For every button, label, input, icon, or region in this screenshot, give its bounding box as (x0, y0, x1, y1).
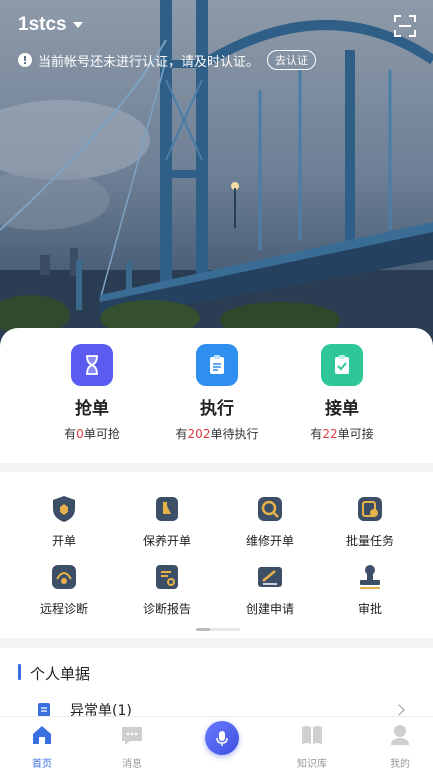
tab-label: 知识库 (297, 759, 327, 770)
accept-order-entry[interactable]: 接单 有22单可接 (272, 344, 412, 442)
user-icon (391, 725, 409, 745)
order-summary-card: 抢单 有0单可抢 执行 有202单待执行 接单 有22单可接 (0, 328, 433, 463)
diagnosis-report-icon (152, 562, 182, 592)
voice-assistant-button[interactable] (205, 721, 239, 755)
microphone-icon (216, 731, 228, 746)
grid-item-label: 审批 (357, 602, 382, 616)
repair-search-icon (255, 494, 285, 524)
tab-label: 我的 (390, 759, 410, 770)
tab-label: 消息 (122, 759, 142, 770)
function-grid: 开单 保养开单 维修开单 批量任务 远程诊断 诊断报告 创建申请 审批 (0, 472, 433, 638)
clipboard-check-icon (321, 344, 363, 386)
grid-item-label: 诊断报告 (142, 602, 191, 616)
grid-item-batch-task[interactable]: 批量任务 (316, 494, 424, 549)
grid-item-label: 远程诊断 (39, 602, 88, 616)
maintenance-doc-icon (152, 494, 182, 524)
grid-item-label: 创建申请 (245, 602, 294, 616)
tab-mine[interactable]: 我的 (370, 723, 430, 770)
clipboard-icon (196, 344, 238, 386)
notice-text: 当前帐号还未进行认证，请及时认证。 (38, 54, 260, 70)
grid-item-maintenance-order[interactable]: 保养开单 (113, 494, 221, 549)
personal-documents-section: 个人单据 异常单(1) (0, 648, 433, 719)
batch-task-icon (355, 494, 385, 524)
grid-item-remote-diagnosis[interactable]: 远程诊断 (10, 562, 118, 617)
caret-down-icon[interactable] (72, 22, 83, 28)
account-switcher[interactable]: 1stcs (18, 14, 83, 36)
order-title: 执行 (200, 399, 234, 419)
create-request-icon (255, 562, 285, 592)
grid-page-indicator (196, 628, 240, 631)
order-count: 0 (76, 427, 84, 441)
tab-messages[interactable]: 消息 (102, 723, 162, 770)
exclamation-icon: ! (18, 53, 32, 67)
grid-item-diagnosis-report[interactable]: 诊断报告 (113, 562, 221, 617)
tab-label: 首页 (32, 759, 52, 770)
account-name[interactable]: 1stcs (18, 14, 67, 36)
order-title: 抢单 (75, 399, 109, 419)
section-title: 个人单据 (30, 665, 91, 683)
order-subtitle: 有0单可抢 (64, 427, 120, 441)
verify-button[interactable]: 去认证 (267, 50, 317, 70)
order-subtitle: 有202单待执行 (175, 427, 259, 441)
order-count: 22 (322, 427, 338, 441)
grid-item-open-order[interactable]: 开单 (10, 494, 118, 549)
home-icon (33, 726, 51, 744)
verification-notice: ! 当前帐号还未进行认证，请及时认证。 去认证 (18, 50, 317, 70)
message-icon (122, 727, 142, 745)
grid-item-label: 批量任务 (345, 534, 394, 548)
shield-icon (49, 494, 79, 524)
grid-item-approval[interactable]: 审批 (316, 562, 424, 617)
section-accent-bar (18, 664, 21, 680)
grid-item-label: 保养开单 (142, 534, 191, 548)
order-subtitle: 有22单可接 (310, 427, 374, 441)
approval-stamp-icon (355, 562, 385, 592)
chevron-right-icon[interactable] (393, 704, 405, 716)
grid-item-repair-order[interactable]: 维修开单 (216, 494, 324, 549)
bottom-tab-bar: 首页 消息 知识库 我的 (0, 716, 433, 770)
hero-banner: 1stcs ! 当前帐号还未进行认证，请及时认证。 去认证 (0, 0, 433, 345)
scan-icon[interactable] (393, 14, 417, 38)
execute-order-entry[interactable]: 执行 有202单待执行 (147, 344, 287, 442)
order-title: 接单 (325, 399, 359, 419)
grab-order-entry[interactable]: 抢单 有0单可抢 (22, 344, 162, 442)
tab-home[interactable]: 首页 (12, 723, 72, 770)
order-count: 202 (187, 427, 211, 441)
remote-diagnosis-icon (49, 562, 79, 592)
grid-item-label: 维修开单 (245, 534, 294, 548)
hourglass-icon (71, 344, 113, 386)
tab-knowledge-base[interactable]: 知识库 (282, 723, 342, 770)
book-icon (302, 726, 322, 744)
grid-item-label: 开单 (51, 534, 76, 548)
grid-item-create-request[interactable]: 创建申请 (216, 562, 324, 617)
